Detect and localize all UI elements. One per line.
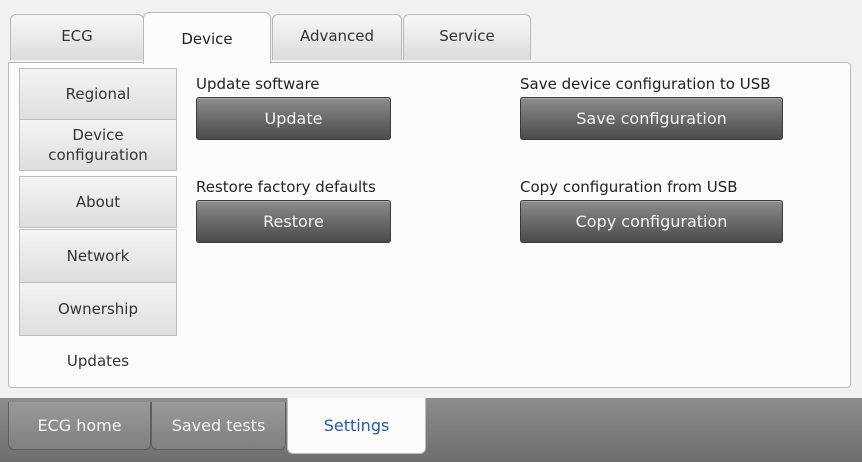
bottom-tab-settings-label: Settings [323, 416, 390, 435]
tab-ecg-label: ECG [61, 27, 93, 45]
save-config-label: Save device configuration to USB [520, 75, 771, 93]
copy-configuration-button-label: Copy configuration [575, 212, 728, 231]
side-item-regional[interactable]: Regional [19, 68, 177, 120]
side-item-about-label: About [75, 193, 121, 211]
side-item-device-configuration-label: Device configuration [48, 126, 148, 164]
tab-advanced[interactable]: Advanced [272, 14, 402, 60]
side-item-network[interactable]: Network [19, 229, 177, 283]
tab-ecg[interactable]: ECG [10, 14, 144, 60]
side-item-updates-label: Updates [66, 352, 130, 370]
bottom-tab-saved-tests-label: Saved tests [171, 416, 266, 435]
side-item-network-label: Network [66, 247, 130, 265]
tab-service-label: Service [439, 27, 495, 45]
side-item-device-configuration[interactable]: Device configuration [19, 119, 177, 171]
bottom-tab-saved-tests[interactable]: Saved tests [151, 402, 286, 450]
save-configuration-button-label: Save configuration [576, 109, 727, 128]
tab-device-label: Device [181, 30, 233, 48]
restore-defaults-label: Restore factory defaults [196, 178, 376, 196]
restore-button-label: Restore [263, 212, 324, 231]
bottom-tab-ecg-home[interactable]: ECG home [8, 402, 151, 450]
settings-panel: Regional Device configuration About Netw… [8, 62, 851, 388]
side-item-updates[interactable]: Updates [19, 337, 177, 385]
side-item-ownership-label: Ownership [58, 300, 138, 318]
side-item-regional-label: Regional [65, 85, 131, 103]
tab-device[interactable]: Device [143, 12, 271, 64]
save-configuration-button[interactable]: Save configuration [520, 97, 783, 140]
tab-service[interactable]: Service [403, 14, 531, 60]
update-software-label: Update software [196, 75, 320, 93]
restore-button[interactable]: Restore [196, 200, 391, 243]
copy-configuration-button[interactable]: Copy configuration [520, 200, 783, 243]
side-item-ownership[interactable]: Ownership [19, 282, 177, 336]
update-button-label: Update [264, 109, 323, 128]
update-button[interactable]: Update [196, 97, 391, 140]
side-item-about[interactable]: About [19, 176, 177, 228]
bottom-tab-ecg-home-label: ECG home [37, 416, 122, 435]
tab-advanced-label: Advanced [299, 27, 375, 45]
bottom-tab-settings[interactable]: Settings [287, 398, 426, 454]
copy-config-label: Copy configuration from USB [520, 178, 738, 196]
